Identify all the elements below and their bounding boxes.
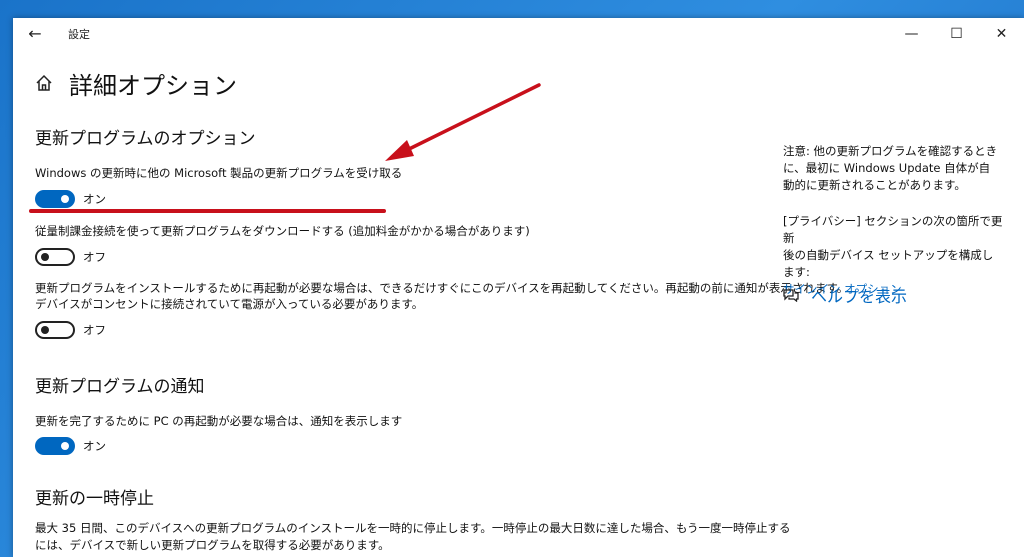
maximize-button[interactable]: ☐ — [934, 18, 979, 50]
annotation-arrow-icon — [385, 83, 541, 161]
toggle-row-other-products: オン — [35, 190, 106, 208]
window-controls: — ☐ ✕ — [889, 18, 1024, 50]
toggle-knob — [41, 253, 49, 261]
toggle-state-text: オン — [83, 439, 106, 453]
toggle-notify[interactable] — [35, 437, 75, 455]
toggle-other-products[interactable] — [35, 190, 75, 208]
sidebar-note-line1: 注意: 他の更新プログラムを確認するとき — [783, 144, 998, 158]
toggle-knob — [61, 195, 69, 203]
settings-window: ← 設定 — ☐ ✕ 詳細オプション 更新プログラムのオプション Windows… — [13, 18, 1024, 557]
pause-description-line2: には、デバイスで新しい更新プログラムを取得する必要があります。 — [35, 538, 390, 552]
option-label-restart-line2: デバイスがコンセントに接続されていて電源が入っている必要があります。 — [35, 297, 424, 311]
sidebar-privacy-line2: 後の自動デバイス セットアップを構成します: — [783, 248, 994, 279]
pause-description-line1: 最大 35 日間、このデバイスへの更新プログラムのインストールを一時的に停止しま… — [35, 521, 791, 535]
option-label-restart-line1: 更新プログラムをインストールするために再起動が必要な場合は、できるだけすぐにこの… — [35, 281, 849, 295]
toggle-row-restart: オフ — [35, 321, 106, 339]
toggle-metered[interactable] — [35, 248, 75, 266]
toggle-state-text: オフ — [83, 250, 106, 264]
section-title-update-options: 更新プログラムのオプション — [35, 129, 256, 149]
home-icon[interactable] — [35, 74, 53, 92]
option-label-metered: 従量制課金接続を使って更新プログラムをダウンロードする (追加料金がかかる場合が… — [35, 224, 530, 238]
help-chat-icon — [783, 289, 799, 302]
toggle-knob — [41, 326, 49, 334]
sidebar-note-line2: に、最初に Windows Update 自体が自 — [783, 161, 991, 175]
close-button[interactable]: ✕ — [979, 18, 1024, 50]
toggle-row-notify: オン — [35, 437, 106, 455]
page-header: 詳細オプション — [35, 68, 237, 100]
toggle-state-text: オフ — [83, 323, 106, 337]
toggle-state-text: オン — [83, 192, 106, 206]
sidebar-note-line3: 動的に更新されることがあります。 — [783, 178, 966, 192]
toggle-restart[interactable] — [35, 321, 75, 339]
page-title: 詳細オプション — [69, 71, 237, 100]
sidebar-privacy-line1: [プライバシー] セクションの次の箇所で更新 — [783, 214, 1003, 245]
title-bar: ← 設定 — ☐ ✕ — [13, 18, 1024, 50]
sidebar-note: 注意: 他の更新プログラムを確認するとき に、最初に Windows Updat… — [783, 143, 1003, 194]
section-title-pause: 更新の一時停止 — [35, 489, 154, 509]
toggle-knob — [61, 442, 69, 450]
option-label-other-products: Windows の更新時に他の Microsoft 製品の更新プログラムを受け取… — [35, 166, 403, 180]
toggle-row-metered: オフ — [35, 248, 106, 266]
annotation-underline — [29, 209, 386, 213]
help-row[interactable]: ヘルプを表示 — [783, 283, 907, 307]
help-link[interactable]: ヘルプを表示 — [811, 283, 907, 307]
option-label-notify: 更新を完了するために PC の再起動が必要な場合は、通知を表示します — [35, 414, 403, 428]
window-title: 設定 — [68, 28, 90, 41]
section-title-notifications: 更新プログラムの通知 — [35, 377, 205, 397]
back-arrow-icon[interactable]: ← — [23, 24, 47, 44]
minimize-button[interactable]: — — [889, 18, 934, 50]
